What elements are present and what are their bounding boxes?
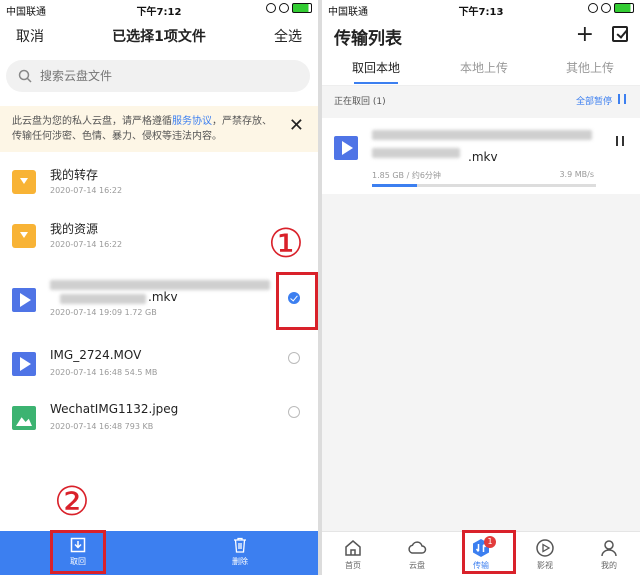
highlight-box — [276, 272, 318, 330]
file-meta: 2020-07-14 16:48 54.5 MB — [50, 368, 158, 377]
tab-label: 首页 — [345, 561, 361, 570]
tab-other-upload[interactable]: 其他上传 — [540, 59, 640, 76]
search-icon — [18, 69, 32, 83]
section-label: 正在取回 (1) — [334, 97, 386, 107]
lock-rotation-icon — [588, 3, 598, 13]
tab-local-upload[interactable]: 本地上传 — [434, 59, 534, 76]
file-row[interactable]: IMG_2724.MOV 2020-07-14 16:48 54.5 MB — [0, 340, 318, 394]
blurred-filename — [60, 294, 146, 304]
task-pause-icon[interactable] — [616, 136, 624, 146]
section-header: 正在取回 (1) 全部暂停 — [322, 88, 640, 114]
close-icon[interactable]: ✕ — [289, 117, 304, 135]
action-bar: 取回 删除 — [0, 531, 318, 575]
page-title: 已选择1项文件 — [112, 29, 206, 45]
file-name: 我的转存 — [50, 168, 99, 182]
cloud-icon — [408, 541, 427, 554]
video-icon — [334, 136, 358, 160]
task-speed: 3.9 MB/s — [559, 170, 594, 179]
task-name: .mkv — [468, 150, 498, 164]
annotation-one: ① — [268, 221, 304, 267]
file-meta: 2020-07-14 16:48 793 KB — [50, 422, 154, 431]
user-icon — [601, 540, 617, 557]
tab-home[interactable]: 首页 — [328, 538, 378, 571]
lock-rotation-icon — [266, 3, 276, 13]
transfer-tabs: 取回本地 本地上传 其他上传 — [322, 56, 640, 86]
search-bar[interactable] — [6, 60, 310, 92]
task-progress-text: 1.85 GB / 约6分钟 — [372, 171, 441, 180]
transfer-task[interactable]: .mkv 1.85 GB / 约6分钟 3.9 MB/s — [322, 118, 640, 194]
service-agreement-link[interactable]: 服务协议 — [172, 116, 212, 127]
delete-label: 删除 — [232, 557, 248, 566]
file-meta: 2020-07-14 19:09 1.72 GB — [50, 308, 157, 317]
battery-icon — [614, 3, 634, 13]
left-screen: 中国联通 下午7:12 取消 已选择1项文件 全选 此云盘为您的私人云盘，请严格… — [0, 0, 318, 575]
trash-icon — [234, 537, 246, 553]
file-row-selected[interactable]: .mkv 2020-07-14 19:09 1.72 GB — [0, 270, 318, 324]
file-name: .mkv — [148, 290, 178, 304]
tab-movies[interactable]: 影视 — [520, 538, 570, 571]
search-input[interactable] — [40, 69, 260, 83]
home-icon — [345, 540, 361, 556]
file-name: 我的资源 — [50, 222, 99, 236]
image-icon — [12, 406, 36, 430]
notice-banner: 此云盘为您的私人云盘，请严格遵循服务协议，严禁存放、传输任何涉密、色情、暴力、侵… — [0, 106, 318, 152]
file-name: WechatIMG1132.jpeg — [50, 402, 179, 416]
file-meta: 2020-07-14 16:22 — [50, 186, 123, 195]
alarm-icon — [601, 3, 611, 13]
progress-fill — [372, 184, 417, 187]
pause-all-button[interactable]: 全部暂停 — [576, 94, 612, 107]
play-circle-icon — [536, 539, 554, 557]
progress-bar — [372, 184, 596, 187]
battery-icon — [292, 3, 312, 13]
select-all-button[interactable]: 全选 — [274, 26, 302, 46]
tab-cloud[interactable]: 云盘 — [392, 538, 442, 571]
highlight-box — [50, 530, 106, 574]
add-icon[interactable]: + — [576, 22, 594, 47]
pause-icon[interactable] — [618, 94, 626, 104]
file-meta: 2020-07-14 16:22 — [50, 240, 123, 249]
page-title: 传输列表 — [334, 29, 402, 49]
status-icons — [588, 3, 634, 13]
right-screen: 中国联通 下午7:13 传输列表 + 取回本地 本地上传 其他上传 正在取回 (… — [322, 0, 640, 575]
delete-button[interactable]: 删除 — [215, 537, 265, 567]
tab-label: 我的 — [601, 561, 617, 570]
status-bar: 中国联通 下午7:12 — [0, 0, 318, 18]
video-icon — [12, 352, 36, 376]
highlight-box — [462, 530, 516, 574]
tab-label: 影视 — [537, 561, 553, 570]
file-row[interactable]: WechatIMG1132.jpeg 2020-07-14 16:48 793 … — [0, 394, 318, 448]
blurred-filename — [372, 130, 592, 140]
multi-select-icon[interactable] — [612, 26, 628, 42]
tab-retrieve-local[interactable]: 取回本地 — [326, 59, 426, 84]
checkbox[interactable] — [288, 352, 300, 364]
alarm-icon — [279, 3, 289, 13]
status-icons — [266, 3, 312, 13]
notice-text-1: 此云盘为您的私人云盘，请严格遵循 — [12, 116, 172, 127]
video-icon — [12, 288, 36, 312]
blurred-filename — [50, 280, 270, 290]
checkbox[interactable] — [288, 406, 300, 418]
folder-icon — [12, 170, 36, 194]
folder-icon — [12, 224, 36, 248]
file-row[interactable]: 我的转存 2020-07-14 16:22 — [0, 158, 318, 212]
tab-profile[interactable]: 我的 — [584, 538, 634, 571]
file-name: IMG_2724.MOV — [50, 348, 142, 362]
blurred-filename — [372, 148, 460, 158]
status-bar: 中国联通 下午7:13 — [322, 0, 640, 18]
selection-header: 取消 已选择1项文件 全选 — [0, 22, 318, 50]
tab-label: 云盘 — [409, 561, 425, 570]
annotation-two: ② — [54, 479, 90, 525]
